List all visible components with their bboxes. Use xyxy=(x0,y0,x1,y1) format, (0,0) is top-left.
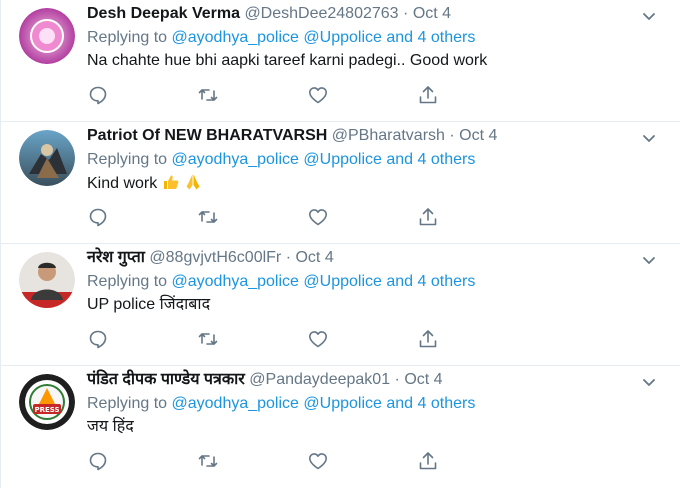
reply-icon[interactable] xyxy=(87,328,109,350)
tweet-date[interactable]: Oct 4 xyxy=(295,249,333,266)
replying-to-line: Replying to @ayodhya_police @Uppolice an… xyxy=(87,28,651,48)
and-label: and xyxy=(386,151,414,168)
thumbs-up-emoji-icon xyxy=(162,173,180,197)
replying-to-line: Replying to @ayodhya_police @Uppolice an… xyxy=(87,394,651,414)
tweet-header: नरेश गुप्ता @88gvjvtH6c00lFr · Oct 4 xyxy=(87,248,651,268)
tweet-date[interactable]: Oct 4 xyxy=(404,371,442,388)
and-label: and xyxy=(386,273,414,290)
tweet-header: Desh Deepak Verma @DeshDee24802763 · Oct… xyxy=(87,4,651,24)
others-link[interactable]: 4 others xyxy=(418,273,476,290)
mention-link[interactable]: @ayodhya_police xyxy=(172,151,299,168)
tweet-item[interactable]: Patriot Of NEW BHARATVARSH @PBharatvarsh… xyxy=(1,122,680,244)
avatar[interactable] xyxy=(19,8,75,64)
reply-icon[interactable] xyxy=(87,450,109,472)
replying-to-line: Replying to @ayodhya_police @Uppolice an… xyxy=(87,150,651,170)
tweet-date[interactable]: Oct 4 xyxy=(459,127,497,144)
separator: · xyxy=(403,5,409,22)
chevron-down-icon[interactable] xyxy=(641,8,657,24)
like-icon[interactable] xyxy=(307,450,329,472)
chevron-down-icon[interactable] xyxy=(641,130,657,146)
tweet-text: जय हिंद xyxy=(87,418,134,435)
mention-link[interactable]: @ayodhya_police xyxy=(172,273,299,290)
retweet-icon[interactable] xyxy=(197,84,219,106)
mention-link[interactable]: @Uppolice xyxy=(303,29,382,46)
user-handle[interactable]: @Pandaydeepak01 xyxy=(249,371,390,388)
user-handle[interactable]: @88gvjvtH6c00lFr xyxy=(149,249,281,266)
separator: · xyxy=(449,127,455,144)
tweet-actions xyxy=(87,328,447,350)
tweet-actions xyxy=(87,84,447,106)
avatar[interactable] xyxy=(19,252,75,308)
and-label: and xyxy=(386,29,414,46)
reply-icon[interactable] xyxy=(87,84,109,106)
share-icon[interactable] xyxy=(417,84,439,106)
share-icon[interactable] xyxy=(417,328,439,350)
mention-link[interactable]: @Uppolice xyxy=(303,273,382,290)
like-icon[interactable] xyxy=(307,84,329,106)
share-icon[interactable] xyxy=(417,450,439,472)
display-name[interactable]: नरेश गुप्ता xyxy=(87,249,145,266)
replying-to-label: Replying to xyxy=(87,29,168,46)
tweet-text: Kind work xyxy=(87,175,162,192)
tweet-text-line: Kind work xyxy=(87,173,651,197)
share-icon[interactable] xyxy=(417,206,439,228)
replying-to-label: Replying to xyxy=(87,395,168,412)
tweet-header: पंडित दीपक पाण्डेय पत्रकार @Pandaydeepak… xyxy=(87,370,651,390)
retweet-icon[interactable] xyxy=(197,328,219,350)
retweet-icon[interactable] xyxy=(197,450,219,472)
separator: · xyxy=(394,371,400,388)
others-link[interactable]: 4 others xyxy=(418,151,476,168)
avatar[interactable] xyxy=(19,130,75,186)
like-icon[interactable] xyxy=(307,328,329,350)
chevron-down-icon[interactable] xyxy=(641,374,657,390)
separator: · xyxy=(285,249,292,266)
display-name[interactable]: पंडित दीपक पाण्डेय पत्रकार xyxy=(87,371,245,388)
reply-feed: Desh Deepak Verma @DeshDee24802763 · Oct… xyxy=(0,0,680,488)
tweet-text: UP police जिंदाबाद xyxy=(87,296,211,313)
replying-to-label: Replying to xyxy=(87,273,168,290)
user-handle[interactable]: @DeshDee24802763 xyxy=(244,5,398,22)
tweet-actions xyxy=(87,206,447,228)
others-link[interactable]: 4 others xyxy=(418,395,476,412)
folded-hands-emoji-icon xyxy=(184,173,202,197)
mention-link[interactable]: @Uppolice xyxy=(303,151,382,168)
mention-link[interactable]: @ayodhya_police xyxy=(172,29,299,46)
and-label: and xyxy=(386,395,414,412)
tweet-item[interactable]: Desh Deepak Verma @DeshDee24802763 · Oct… xyxy=(1,0,680,122)
display-name[interactable]: Desh Deepak Verma xyxy=(87,5,240,22)
avatar[interactable]: PRESS xyxy=(19,374,75,430)
tweet-date[interactable]: Oct 4 xyxy=(413,5,451,22)
replying-to-label: Replying to xyxy=(87,151,168,168)
mention-link[interactable]: @ayodhya_police xyxy=(172,395,299,412)
others-link[interactable]: 4 others xyxy=(418,29,476,46)
tweet-item[interactable]: PRESS पंडित दीपक पाण्डेय पत्रकार @Panday… xyxy=(1,366,680,488)
user-handle[interactable]: @PBharatvarsh xyxy=(332,127,445,144)
display-name[interactable]: Patriot Of NEW BHARATVARSH xyxy=(87,127,327,144)
tweet-header: Patriot Of NEW BHARATVARSH @PBharatvarsh… xyxy=(87,126,651,146)
retweet-icon[interactable] xyxy=(197,206,219,228)
like-icon[interactable] xyxy=(307,206,329,228)
chevron-down-icon[interactable] xyxy=(641,252,657,268)
tweet-item[interactable]: नरेश गुप्ता @88gvjvtH6c00lFr · Oct 4 Rep… xyxy=(1,244,680,366)
press-logo-text: PRESS xyxy=(34,406,59,414)
reply-icon[interactable] xyxy=(87,206,109,228)
tweet-actions xyxy=(87,450,447,472)
tweet-text: Na chahte hue bhi aapki tareef karni pad… xyxy=(87,52,488,69)
replying-to-line: Replying to @ayodhya_police @Uppolice an… xyxy=(87,272,651,292)
mention-link[interactable]: @Uppolice xyxy=(303,395,382,412)
